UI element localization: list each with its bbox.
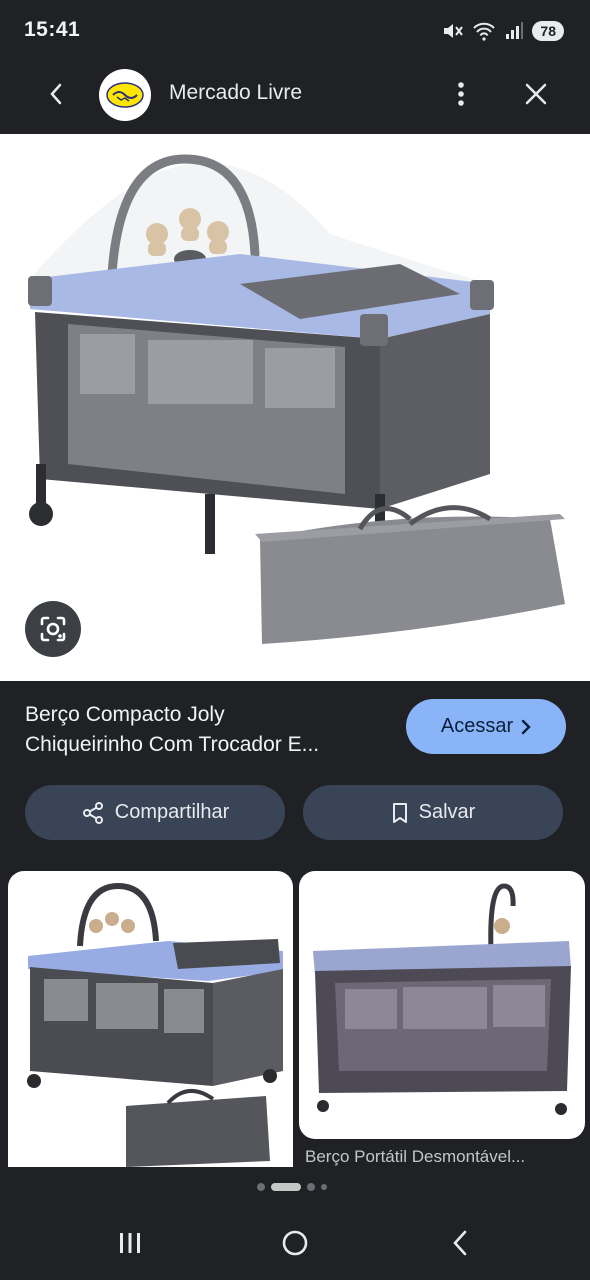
status-icons: 78	[442, 18, 564, 44]
access-button[interactable]: Acessar	[406, 699, 566, 754]
status-time: 15:41	[24, 18, 81, 41]
close-button[interactable]	[518, 74, 554, 114]
back-arrow-icon	[453, 1230, 467, 1256]
mute-icon	[444, 24, 464, 38]
home-button[interactable]	[265, 1220, 325, 1266]
product-image[interactable]	[0, 134, 590, 681]
wifi-icon	[473, 22, 496, 41]
mercado-livre-logo-icon	[106, 82, 144, 108]
product-title-line1: Berço Compacto Joly	[25, 703, 225, 726]
related-image-card[interactable]	[299, 871, 585, 1139]
system-nav-bar	[0, 1200, 590, 1280]
status-bar: 15:41 78	[0, 0, 590, 62]
signal-icon	[506, 22, 524, 39]
google-lens-button[interactable]	[25, 601, 81, 657]
chevron-right-icon	[521, 719, 531, 734]
battery-level: 78	[540, 23, 556, 39]
related-crib-image	[27, 882, 283, 1167]
page-dot	[321, 1184, 327, 1190]
nav-back-button[interactable]	[430, 1220, 490, 1266]
site-logo	[99, 69, 151, 121]
page-title: Mercado Livre	[169, 81, 303, 104]
related-crib-image	[313, 883, 571, 1115]
save-label: Salvar	[418, 801, 476, 823]
pagination-dots	[257, 1182, 327, 1192]
bookmark-icon	[392, 802, 407, 823]
share-label: Compartilhar	[114, 801, 230, 823]
share-button[interactable]: Compartilhar	[25, 785, 285, 840]
page-dot	[307, 1183, 315, 1191]
page-dot	[257, 1183, 265, 1191]
product-title-line2: Chiqueirinho Com Trocador E...	[25, 733, 320, 756]
back-button[interactable]	[38, 74, 74, 114]
page-dot-active	[271, 1183, 301, 1191]
related-image-card[interactable]	[8, 871, 293, 1167]
recents-icon	[120, 1233, 140, 1253]
home-icon	[282, 1230, 308, 1256]
battery-indicator: 78	[532, 21, 564, 41]
more-options-button[interactable]	[446, 74, 476, 114]
product-title: Berço Compacto Joly Chiqueirinho Com Tro…	[25, 700, 395, 760]
lens-icon	[40, 616, 66, 642]
save-button[interactable]: Salvar	[303, 785, 563, 840]
travel-crib-illustration	[28, 154, 565, 644]
share-icon	[82, 801, 103, 824]
access-label: Acessar	[440, 715, 514, 737]
close-icon	[525, 83, 547, 105]
related-caption: Berço Portátil Desmontável...	[305, 1147, 526, 1166]
chevron-left-icon	[50, 83, 62, 105]
app-bar: Mercado Livre	[0, 62, 590, 134]
recents-button[interactable]	[100, 1220, 160, 1266]
more-vert-icon	[458, 82, 464, 106]
